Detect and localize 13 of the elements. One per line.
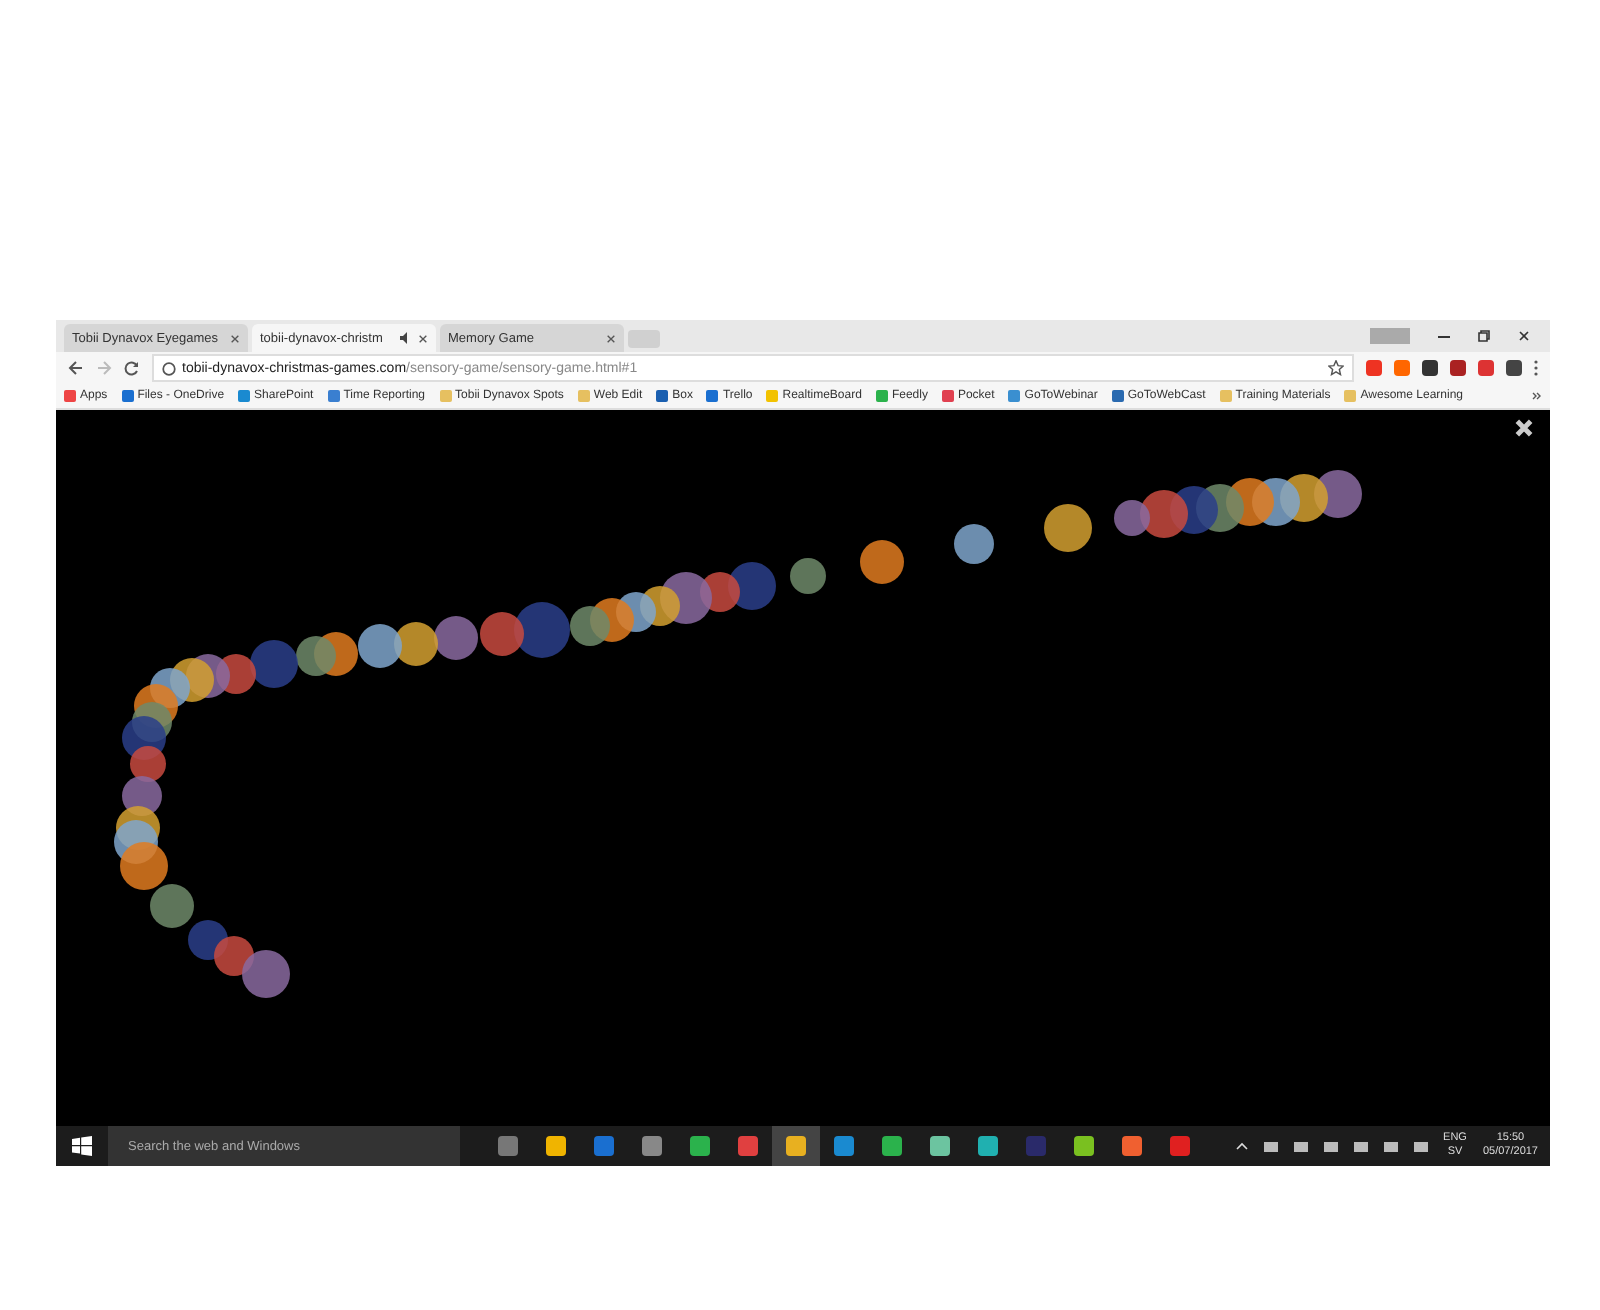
- back-arrow-icon[interactable]: [68, 360, 84, 376]
- chevron-up-icon[interactable]: [1235, 1142, 1248, 1150]
- windows-logo-icon[interactable]: [72, 1136, 92, 1156]
- close-icon[interactable]: [1518, 330, 1530, 342]
- more-icon[interactable]: [1532, 392, 1542, 400]
- info-icon: [162, 361, 176, 375]
- reload-icon[interactable]: [124, 360, 140, 376]
- star-icon[interactable]: [1328, 360, 1344, 376]
- close-icon[interactable]: [418, 333, 428, 343]
- speaker-icon: [400, 332, 412, 344]
- restore-icon[interactable]: [1478, 330, 1490, 342]
- taskbar-app[interactable]: [772, 1126, 820, 1166]
- minimize-icon[interactable]: [1438, 335, 1450, 337]
